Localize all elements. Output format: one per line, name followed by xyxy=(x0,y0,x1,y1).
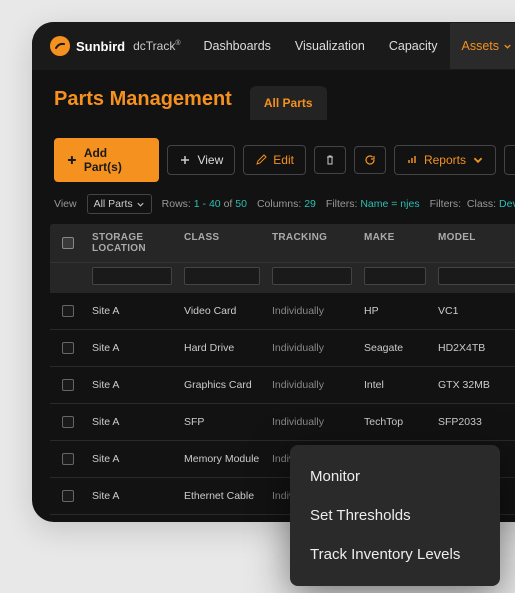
cell-loc: Site A xyxy=(86,330,178,366)
cell-loc: Site A xyxy=(86,404,178,440)
col-class[interactable]: CLASS xyxy=(178,224,266,262)
row-checkbox[interactable] xyxy=(62,342,74,354)
row-checkbox[interactable] xyxy=(62,416,74,428)
cell-make: HP xyxy=(358,293,432,329)
page-title: Parts Management xyxy=(54,88,232,111)
filter1: Filters: Name = njes xyxy=(326,198,420,210)
table-row[interactable]: Site AVideo CardIndividuallyHPVC1 xyxy=(50,293,515,330)
nav-dashboards[interactable]: Dashboards xyxy=(192,23,283,69)
plus-icon xyxy=(179,154,191,166)
plus-icon xyxy=(66,154,78,166)
chevron-down-icon xyxy=(472,154,484,166)
table-row[interactable]: Site AHard DriveIndividuallySeagateHD2X4… xyxy=(50,330,515,367)
cell-class: Server Screws xyxy=(178,515,266,522)
cell-class: Hard Drive xyxy=(178,330,266,366)
row-checkbox[interactable] xyxy=(62,379,74,391)
report-icon xyxy=(406,154,418,166)
cell-track: Individually xyxy=(266,330,358,366)
table-row[interactable]: Site ASFPIndividuallyTechTopSFP2033 xyxy=(50,404,515,441)
table-row[interactable]: Site AGraphics CardIndividuallyIntelGTX … xyxy=(50,367,515,404)
page-header: Parts Management All Parts xyxy=(32,70,515,128)
cell-loc: Site A xyxy=(86,367,178,403)
table-filter-row xyxy=(50,263,515,293)
filter2: Filters: Class: Device Nam xyxy=(430,198,515,210)
chevron-down-icon xyxy=(503,42,512,51)
pencil-icon xyxy=(255,154,267,166)
cell-make: Intel xyxy=(358,367,432,403)
cell-class: Graphics Card xyxy=(178,367,266,403)
cell-track: Individually xyxy=(266,404,358,440)
toolbar: Add Part(s) View Edit Reports Ex xyxy=(32,128,515,194)
menu-set-thresholds[interactable]: Set Thresholds xyxy=(290,496,500,535)
chevron-down-icon xyxy=(136,200,145,209)
menu-track-inventory[interactable]: Track Inventory Levels xyxy=(290,535,500,574)
brand-name: Sunbird xyxy=(76,39,125,54)
cell-model: SFP2033 xyxy=(432,404,515,440)
cell-class: SFP xyxy=(178,404,266,440)
row-checkbox[interactable] xyxy=(62,490,74,502)
cell-class: Video Card xyxy=(178,293,266,329)
filter-bar: View All Parts Rows: 1 - 40 of 50 Column… xyxy=(32,194,515,224)
cols-info: Columns: 29 xyxy=(257,198,316,210)
cell-model: GTX 32MB xyxy=(432,367,515,403)
sunbird-logo-icon xyxy=(50,36,70,56)
menu-monitor[interactable]: Monitor xyxy=(290,457,500,496)
refresh-icon xyxy=(364,154,376,166)
cell-track: Individually xyxy=(266,293,358,329)
add-parts-button[interactable]: Add Part(s) xyxy=(54,138,159,182)
cell-class: Memory Module xyxy=(178,441,266,477)
cell-make: TechTop xyxy=(358,404,432,440)
cell-loc: Site A xyxy=(86,515,178,522)
filter-make[interactable] xyxy=(364,267,426,285)
cell-loc: Site A xyxy=(86,478,178,514)
row-checkbox[interactable] xyxy=(62,453,74,465)
cell-track: Individually xyxy=(266,367,358,403)
col-make[interactable]: MAKE xyxy=(358,224,432,262)
cell-model: HD2X4TB xyxy=(432,330,515,366)
cell-make: Seagate xyxy=(358,330,432,366)
rows-info: Rows: 1 - 40 of 50 xyxy=(162,198,247,210)
trash-icon xyxy=(324,154,336,166)
edit-button[interactable]: Edit xyxy=(243,145,306,175)
view-button[interactable]: View xyxy=(167,145,235,175)
export-button[interactable]: Ex xyxy=(504,145,515,175)
table-header: STORAGE LOCATION CLASS TRACKING MAKE MOD… xyxy=(50,224,515,263)
nav-assets[interactable]: Assets xyxy=(450,23,515,69)
reports-button[interactable]: Reports xyxy=(394,145,496,175)
filter-storage-location[interactable] xyxy=(92,267,172,285)
top-bar: Sunbird dcTrack® Dashboards Visualizatio… xyxy=(32,22,515,70)
filter-class[interactable] xyxy=(184,267,260,285)
filter-model[interactable] xyxy=(438,267,515,285)
nav-visualization[interactable]: Visualization xyxy=(283,23,377,69)
cell-loc: Site A xyxy=(86,293,178,329)
nav-capacity[interactable]: Capacity xyxy=(377,23,450,69)
col-model[interactable]: MODEL xyxy=(432,224,515,262)
delete-button[interactable] xyxy=(314,146,346,174)
filter-tracking[interactable] xyxy=(272,267,352,285)
view-label: View xyxy=(54,198,77,210)
col-tracking[interactable]: TRACKING xyxy=(266,224,358,262)
context-menu: Monitor Set Thresholds Track Inventory L… xyxy=(290,445,500,586)
row-checkbox[interactable] xyxy=(62,305,74,317)
tabs: All Parts xyxy=(250,86,327,120)
select-all-checkbox[interactable] xyxy=(62,237,74,249)
brand-product: dcTrack® xyxy=(133,39,180,53)
refresh-button[interactable] xyxy=(354,146,386,174)
cell-model: VC1 xyxy=(432,293,515,329)
view-select[interactable]: All Parts xyxy=(87,194,152,214)
cell-loc: Site A xyxy=(86,441,178,477)
main-nav: Dashboards Visualization Capacity Assets… xyxy=(192,23,515,69)
cell-class: Ethernet Cable xyxy=(178,478,266,514)
tab-all-parts[interactable]: All Parts xyxy=(250,86,327,120)
col-storage-location[interactable]: STORAGE LOCATION xyxy=(86,224,178,262)
brand: Sunbird dcTrack® xyxy=(50,36,181,56)
